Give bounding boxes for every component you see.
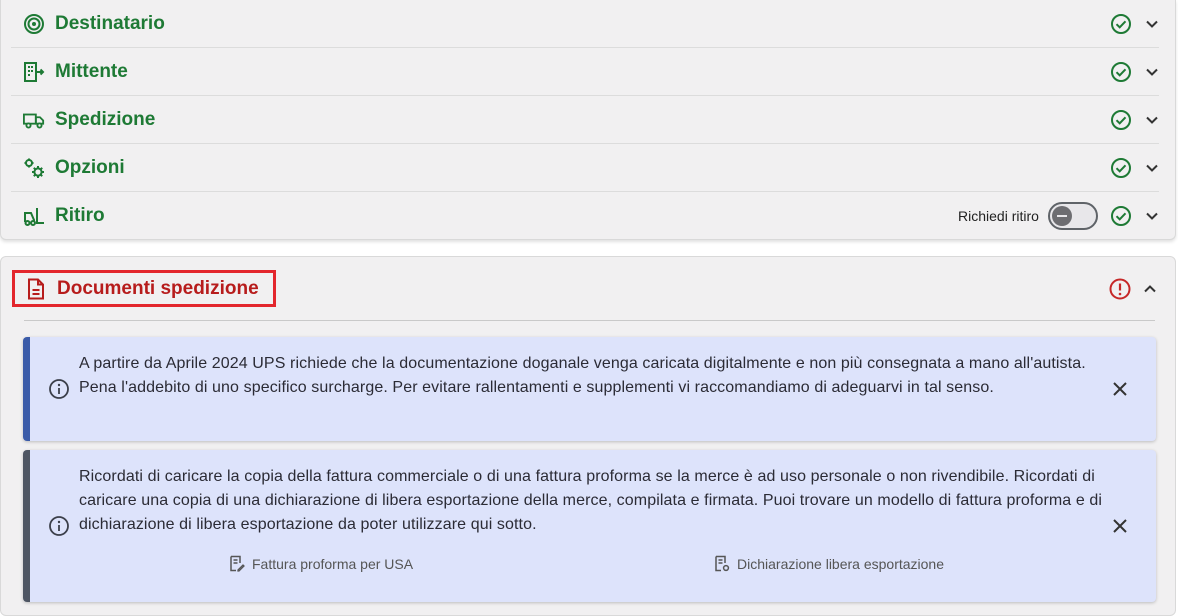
chevron-down-icon[interactable] <box>1144 16 1160 32</box>
close-icon[interactable] <box>1110 516 1130 536</box>
info-icon <box>48 378 70 400</box>
truck-icon <box>23 109 45 131</box>
divider <box>24 320 1155 321</box>
section-title: Opzioni <box>55 156 125 178</box>
check-circle-icon <box>1110 13 1132 35</box>
check-circle-icon <box>1110 109 1132 131</box>
section-title: Ritiro <box>55 205 105 226</box>
target-icon <box>23 13 45 35</box>
section-mittente[interactable]: Mittente <box>11 48 1159 96</box>
documents-reminder-alert: Ricordati di caricare la copia della fat… <box>23 450 1156 602</box>
link-label: Dichiarazione libera esportazione <box>737 555 945 572</box>
alert-bar <box>23 337 30 441</box>
alert-text: Ricordati di caricare la copia della fat… <box>79 468 1103 533</box>
link-label: Fattura proforma per USA <box>252 555 414 572</box>
section-spedizione[interactable]: Spedizione <box>11 96 1159 144</box>
richiedi-ritiro-toggle[interactable] <box>1048 202 1098 230</box>
info-icon <box>48 515 70 537</box>
richiedi-ritiro-label: Richiedi ritiro <box>958 208 1039 224</box>
document-icon <box>26 278 46 300</box>
chevron-down-icon[interactable] <box>1144 64 1160 80</box>
chevron-down-icon[interactable] <box>1144 112 1160 128</box>
toggle-knob <box>1052 206 1072 226</box>
shipment-sections-card: Destinatario Mittente Spedizione Opzioni… <box>0 0 1176 240</box>
building-arrow-icon <box>23 61 45 83</box>
check-circle-icon <box>1110 61 1132 83</box>
chevron-down-icon[interactable] <box>1144 160 1160 176</box>
fattura-proforma-link[interactable]: Fattura proforma per USA <box>228 555 413 572</box>
documenti-spedizione-card: Documenti spedizione A partire da Aprile… <box>0 256 1176 616</box>
dichiarazione-esportazione-link[interactable]: Dichiarazione libera esportazione <box>713 555 944 572</box>
chevron-down-icon[interactable] <box>1144 208 1160 224</box>
section-title: Destinatario <box>55 12 165 34</box>
alert-bar <box>23 450 30 602</box>
close-icon[interactable] <box>1110 379 1130 399</box>
section-ritiro[interactable]: Ritiro Richiedi ritiro <box>11 192 1159 240</box>
error-circle-icon <box>1108 277 1132 301</box>
section-title: Documenti spedizione <box>57 278 259 299</box>
ups-customs-alert: A partire da Aprile 2024 UPS richiede ch… <box>23 337 1156 441</box>
section-title: Mittente <box>55 60 128 82</box>
forklift-icon <box>23 205 45 227</box>
check-circle-icon <box>1110 157 1132 179</box>
chevron-up-icon[interactable] <box>1142 281 1158 297</box>
invoice-edit-icon <box>230 555 245 572</box>
alert-text: A partire da Aprile 2024 UPS richiede ch… <box>79 355 1086 396</box>
section-destinatario[interactable]: Destinatario <box>11 0 1159 48</box>
documenti-spedizione-header[interactable]: Documenti spedizione <box>12 270 276 307</box>
gears-icon <box>23 157 45 179</box>
document-settings-icon <box>715 555 730 572</box>
section-title: Spedizione <box>55 108 156 130</box>
section-opzioni[interactable]: Opzioni <box>11 144 1159 192</box>
check-circle-icon <box>1110 205 1132 227</box>
